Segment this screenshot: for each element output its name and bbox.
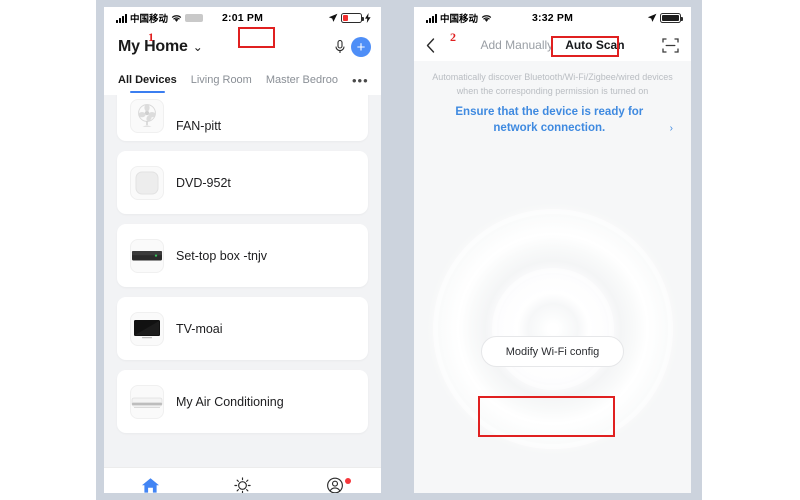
device-name: FAN-pitt: [176, 119, 222, 133]
device-list: FAN-pitt DVD-952t Set-top box -tnjv TV-m…: [104, 95, 381, 467]
status-bar-right-group: [647, 13, 684, 23]
list-item[interactable]: TV-moai: [117, 297, 368, 360]
radar-ring-inner: [491, 268, 614, 390]
tab-add-manually[interactable]: Add Manually: [480, 38, 553, 52]
device-name: TV-moai: [176, 321, 223, 336]
list-item[interactable]: DVD-952t: [117, 151, 368, 214]
sun-icon: [233, 476, 252, 493]
fan-icon: [130, 99, 164, 133]
radar-ring-outer: [432, 209, 673, 449]
annotation-step-1: 1: [148, 30, 154, 44]
scan-description: Automatically discover Bluetooth/Wi-Fi/Z…: [432, 72, 673, 96]
device-name: DVD-952t: [176, 175, 231, 190]
scan-body: Automatically discover Bluetooth/Wi-Fi/Z…: [414, 61, 691, 493]
location-arrow-icon: [328, 13, 338, 23]
list-item[interactable]: My Air Conditioning: [117, 370, 368, 433]
tabbar-item-home[interactable]: Home: [104, 477, 196, 494]
home-icon: [141, 477, 160, 494]
air-conditioner-icon: [130, 384, 164, 419]
annotation-step-2: 2: [450, 30, 456, 44]
chevron-down-icon: ⌄: [192, 40, 203, 54]
tabbar-item-me[interactable]: Me: [289, 477, 381, 494]
tabbar-item-smart[interactable]: Smart: [196, 476, 288, 493]
battery-full-icon: [660, 13, 684, 23]
tab-master-bedroom[interactable]: Master Bedroo: [266, 74, 338, 86]
scan-link-row[interactable]: Ensure that the device is ready for netw…: [414, 98, 691, 136]
microphone-icon[interactable]: [333, 39, 347, 55]
location-arrow-icon: [647, 13, 657, 23]
bottom-tab-bar: Home Smart: [104, 467, 381, 493]
chevron-right-icon: ›: [669, 123, 673, 135]
room-tabs: All Devices Living Room Master Bedroo ••…: [104, 65, 381, 95]
header-actions: +: [333, 37, 371, 57]
lightning-bolt-icon: [365, 13, 371, 23]
television-icon: [130, 311, 164, 346]
home-title-button[interactable]: My Home ⌄: [118, 38, 203, 56]
device-name: Set-top box -tnjv: [176, 248, 268, 263]
status-bar-right: 中国移动 3:32 PM: [414, 7, 691, 29]
home-header: My Home ⌄ +: [104, 29, 381, 65]
status-bar-right-group: [328, 13, 371, 23]
add-device-button[interactable]: +: [351, 37, 371, 57]
phone-screen-home: 中国移动 2:01 PM My Home ⌄ + All Devices Liv…: [104, 7, 381, 493]
tab-all-devices[interactable]: All Devices: [118, 74, 177, 93]
tab-auto-scan[interactable]: Auto Scan: [565, 38, 624, 52]
modify-wifi-config-button[interactable]: Modify Wi-Fi config: [480, 336, 625, 367]
user-avatar-icon: [326, 477, 344, 494]
list-item[interactable]: FAN-pitt: [117, 95, 368, 141]
modify-button-row: Modify Wi-Fi config: [414, 336, 691, 367]
radar-animation: [426, 203, 679, 455]
tabs-more-button[interactable]: •••: [352, 73, 369, 88]
set-top-box-icon: [130, 238, 164, 273]
list-item[interactable]: Set-top box -tnjv: [117, 224, 368, 287]
screenshot-root: 中国移动 2:01 PM My Home ⌄ + All Devices Liv…: [0, 0, 800, 500]
network-ready-link[interactable]: Ensure that the device is ready for netw…: [432, 105, 667, 136]
status-bar-left: 中国移动 2:01 PM: [104, 7, 381, 29]
device-name: My Air Conditioning: [176, 394, 284, 409]
notification-badge: [344, 477, 351, 484]
battery-low-icon: [341, 13, 365, 23]
phone-screen-auto-scan: 中国移动 3:32 PM Add Manually Auto Scan Auto…: [414, 7, 691, 493]
dvd-player-icon: [130, 165, 164, 200]
tab-living-room[interactable]: Living Room: [191, 74, 252, 86]
